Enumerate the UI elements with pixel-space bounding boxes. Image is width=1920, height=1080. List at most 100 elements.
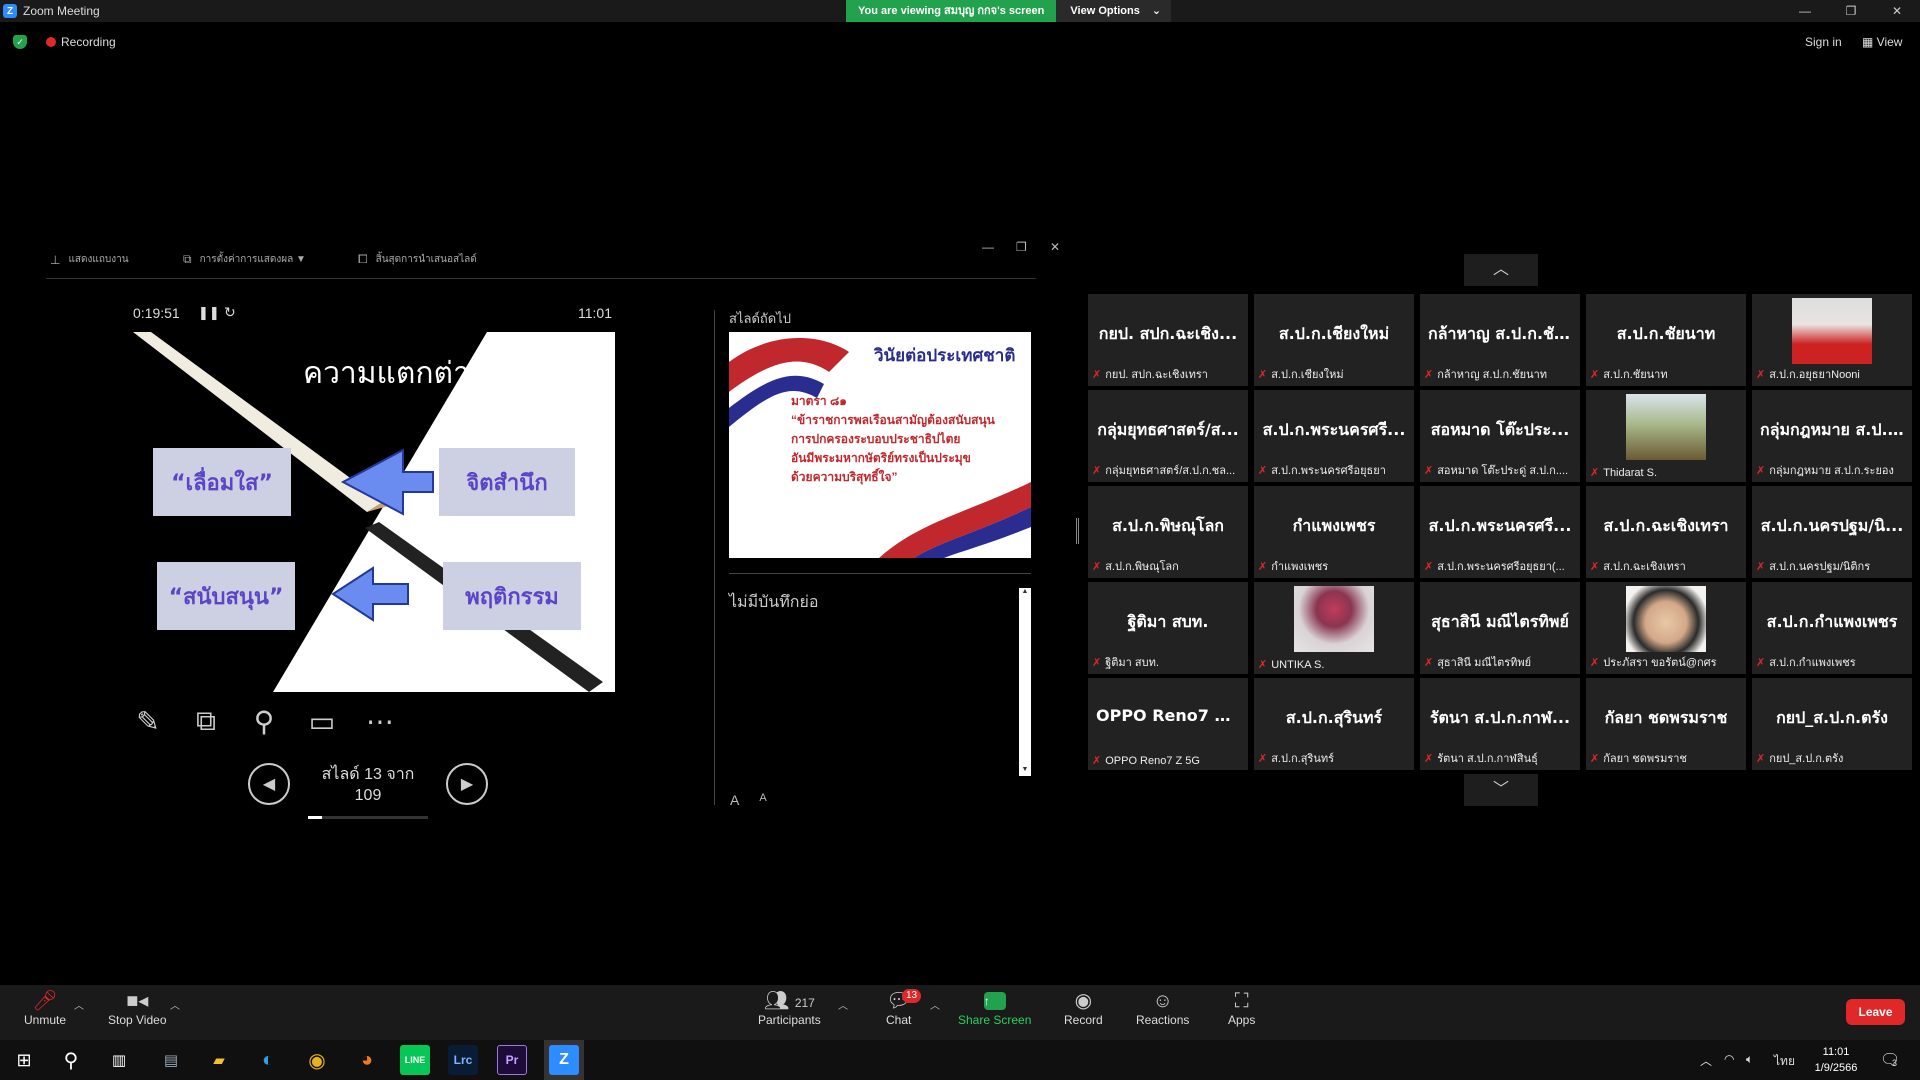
participant-tile[interactable]: ✗ UNTIKA S.: [1254, 582, 1414, 674]
scroll-up-icon[interactable]: ▲: [1019, 588, 1031, 598]
participant-tile[interactable]: ส.ป.ก.สุรินทร์ ✗ ส.ป.ก.สุรินทร์: [1254, 678, 1414, 770]
view-button[interactable]: ▦ View: [1862, 35, 1902, 49]
participant-tile[interactable]: ✗ Thidarat S.: [1586, 390, 1746, 482]
participant-tile[interactable]: ส.ป.ก.พระนครศรี... ✗ ส.ป.ก.พระนครศรีอยุธยา: [1254, 390, 1414, 482]
participant-tile[interactable]: ฐิติมา สบท. ✗ ฐิติมา สบท.: [1088, 582, 1248, 674]
participant-tile[interactable]: กลุ่มยุทธศาสตร์/ส... ✗ กลุ่มยุทธศาสตร์/ส.ป…: [1088, 390, 1248, 482]
next-slide-preview[interactable]: วินัยต่อประเทศชาติ มาตรา ๘๑ “ข้าราชการพล…: [729, 332, 1031, 558]
muted-mic-icon: ✗: [1590, 368, 1600, 381]
participant-tile[interactable]: OPPO Reno7 Z 5G ✗ OPPO Reno7 Z 5G: [1088, 678, 1248, 770]
chat-options-caret-icon[interactable]: ︿: [930, 997, 940, 1012]
firefox-browser-icon[interactable]: ◕: [352, 1045, 382, 1075]
stop-video-button[interactable]: ■◂ Stop Video: [108, 989, 167, 1027]
end-slideshow-tool[interactable]: ⧠ สิ้นสุดการนำเสนอสไลด์: [358, 252, 477, 267]
participant-tile[interactable]: กำแพงเพชร ✗ กำแพงเพชร: [1254, 486, 1414, 578]
participant-name: กลุ่มกฎหมาย ส.ป.ก.ระยอง: [1769, 465, 1894, 477]
restart-timer-icon[interactable]: ↻: [224, 304, 236, 321]
line-app-icon[interactable]: LINE: [400, 1045, 430, 1075]
lightroom-classic-icon[interactable]: Lrc: [448, 1045, 478, 1075]
restore-icon[interactable]: ❐: [1828, 0, 1874, 22]
zoom-app-icon[interactable]: Z: [549, 1045, 579, 1075]
participant-tile[interactable]: กยป. สปก.ฉะเชิง... ✗ กยป. สปก.ฉะเชิงเทรา: [1088, 294, 1248, 386]
view-options-button[interactable]: View Options ⌄: [1056, 0, 1172, 22]
participant-tile[interactable]: ส.ป.ก.ฉะเชิงเทรา ✗ ส.ป.ก.ฉะเชิงเทรา: [1586, 486, 1746, 578]
tray-overflow-icon[interactable]: ︿: [1700, 1052, 1712, 1069]
premiere-pro-icon[interactable]: Pr: [497, 1045, 527, 1075]
gallery-page-down-button[interactable]: ﹀: [1464, 774, 1538, 806]
split-handle[interactable]: [1076, 518, 1079, 544]
pause-icon[interactable]: ❚❚: [198, 305, 220, 321]
presenter-close-icon[interactable]: ✕: [1050, 240, 1060, 254]
muted-mic-icon: ✗: [1424, 656, 1434, 669]
decrease-font-icon[interactable]: A: [759, 792, 766, 808]
share-screen-button[interactable]: ↑ Share Screen: [958, 989, 1031, 1027]
pen-icon[interactable]: ✎: [133, 705, 163, 738]
presenter-minimize-icon[interactable]: —: [982, 240, 994, 254]
participant-tile[interactable]: ส.ป.ก.พระนครศรี... ✗ ส.ป.ก.พระนครศรีอยุธยา…: [1420, 486, 1580, 578]
leave-button[interactable]: Leave: [1846, 999, 1905, 1025]
next-slide-line: ด้วยความบริสุทธิ์ใจ”: [791, 470, 898, 484]
participant-tile[interactable]: กลุ่มกฎหมาย ส.ป.... ✗ กลุ่มกฎหมาย ส.ป.ก.ระ…: [1752, 390, 1912, 482]
scroll-down-icon[interactable]: ▼: [1019, 766, 1031, 776]
black-screen-icon[interactable]: ▭: [307, 705, 337, 738]
gallery-page-up-button[interactable]: ︿: [1464, 254, 1538, 286]
show-taskbar-tool[interactable]: ⊥ แสดงแถบงาน: [50, 252, 129, 267]
participant-tile[interactable]: ส.ป.ก.เชียงใหม่ ✗ ส.ป.ก.เชียงใหม่: [1254, 294, 1414, 386]
minimize-icon[interactable]: —: [1782, 0, 1828, 22]
chrome-browser-icon[interactable]: ◉: [302, 1045, 332, 1075]
reactions-button[interactable]: ☺ Reactions: [1136, 989, 1189, 1027]
participant-tile[interactable]: กยป_ส.ป.ก.ตรัง ✗ กยป_ส.ป.ก.ตรัง: [1752, 678, 1912, 770]
participant-name: ส.ป.ก.พระนครศรีอยุธยา: [1271, 465, 1386, 477]
notes-scrollbar[interactable]: ▲ ▼: [1019, 588, 1031, 776]
speaker-notes[interactable]: ไม่มีบันทึกย่อ: [729, 590, 818, 615]
windows-start-icon[interactable]: ⊞: [9, 1045, 39, 1075]
task-view-icon[interactable]: ▥: [104, 1045, 134, 1075]
video-options-caret-icon[interactable]: ︿: [170, 997, 180, 1012]
taskbar-clock[interactable]: 11:01 1/9/2566: [1810, 1044, 1862, 1076]
participant-tile[interactable]: ส.ป.ก.กำแพงเพชร ✗ ส.ป.ก.กำแพงเพชร: [1752, 582, 1912, 674]
video-camera-icon: ■◂: [126, 990, 149, 1012]
slides-grid-icon[interactable]: ⧉: [191, 705, 221, 738]
participant-tile[interactable]: สุธาสินี มณีไตรทิพย์ ✗ สุธาสินี มณีไตรทิพย…: [1420, 582, 1580, 674]
next-slide-line: อันมีพระมหากษัตริย์ทรงเป็นประมุข: [791, 451, 971, 465]
more-options-icon[interactable]: ⋯: [365, 705, 395, 738]
participant-tile[interactable]: รัตนา ส.ป.ก.กาฬ... ✗ รัตนา ส.ป.ก.กาฬสินธุ์: [1420, 678, 1580, 770]
chevron-right-icon: ▶: [460, 775, 474, 793]
participant-tile[interactable]: ส.ป.ก.นครปฐม/นิ... ✗ ส.ป.ก.นครปฐม/นิติกร: [1752, 486, 1912, 578]
presenter-restore-icon[interactable]: ❐: [1016, 240, 1027, 254]
edge-browser-icon[interactable]: ◐: [253, 1045, 283, 1075]
participant-tile[interactable]: ✗ ส.ป.ก.อยุธยาNooni: [1752, 294, 1912, 386]
sign-in-button[interactable]: Sign in: [1805, 35, 1842, 49]
participant-name: ส.ป.ก.ฉะเชิงเทรา: [1603, 561, 1686, 573]
participants-options-caret-icon[interactable]: ︿: [838, 997, 848, 1012]
participant-display-name: ส.ป.ก.พระนครศรี...: [1262, 420, 1406, 439]
close-icon[interactable]: ✕: [1874, 0, 1920, 22]
participant-tile[interactable]: กัลยา ชดพรมราช ✗ กัลยา ชดพรมราช: [1586, 678, 1746, 770]
search-icon[interactable]: ⚲: [56, 1045, 86, 1075]
input-language[interactable]: ไทย: [1774, 1052, 1795, 1071]
notification-center-icon[interactable]: 🗨︎: [1880, 1050, 1900, 1070]
apps-button[interactable]: ⛶ Apps: [1228, 989, 1255, 1027]
participant-tile[interactable]: ส.ป.ก.พิษณุโลก ✗ ส.ป.ก.พิษณุโลก: [1088, 486, 1248, 578]
participant-tile[interactable]: สอหมาด โต๊ะประ... ✗ สอหมาด โต๊ะประดู่ ส.ป.…: [1420, 390, 1580, 482]
previous-slide-button[interactable]: ◀: [248, 762, 290, 805]
participant-tile[interactable]: ✗ ประภัสรา ขอรัตน์@กศร: [1586, 582, 1746, 674]
participants-button[interactable]: 👥︎ 217 Participants: [758, 989, 821, 1027]
audio-options-caret-icon[interactable]: ︿: [74, 997, 84, 1012]
participant-tile[interactable]: กล้าหาญ ส.ป.ก.ชั... ✗ กล้าหาญ ส.ป.ก.ชัยนาท: [1420, 294, 1580, 386]
recording-indicator[interactable]: Recording: [46, 35, 116, 49]
wifi-icon[interactable]: ◠: [1724, 1052, 1734, 1066]
shield-icon[interactable]: ✓: [13, 35, 27, 49]
file-explorer-icon[interactable]: ▰: [204, 1045, 234, 1075]
increase-font-icon[interactable]: A: [730, 792, 739, 808]
unmute-button[interactable]: 🎤︎ Unmute: [24, 989, 66, 1027]
next-slide-button[interactable]: ▶: [446, 762, 488, 805]
record-button[interactable]: ◉ Record: [1064, 989, 1103, 1027]
display-settings-tool[interactable]: ⧉ การตั้งค่าการแสดงผล ▼: [183, 252, 306, 267]
zoom-search-icon[interactable]: ⚲: [249, 705, 279, 738]
participant-name-bar: ✗ สุธาสินี มณีไตรทิพย์: [1424, 653, 1578, 671]
speaker-icon[interactable]: 🔈︎: [1746, 1052, 1753, 1067]
photos-app-icon[interactable]: ▤: [156, 1045, 186, 1075]
participant-tile[interactable]: ส.ป.ก.ชัยนาท ✗ ส.ป.ก.ชัยนาท: [1586, 294, 1746, 386]
participant-name-bar: ✗ กำแพงเพชร: [1258, 557, 1412, 575]
